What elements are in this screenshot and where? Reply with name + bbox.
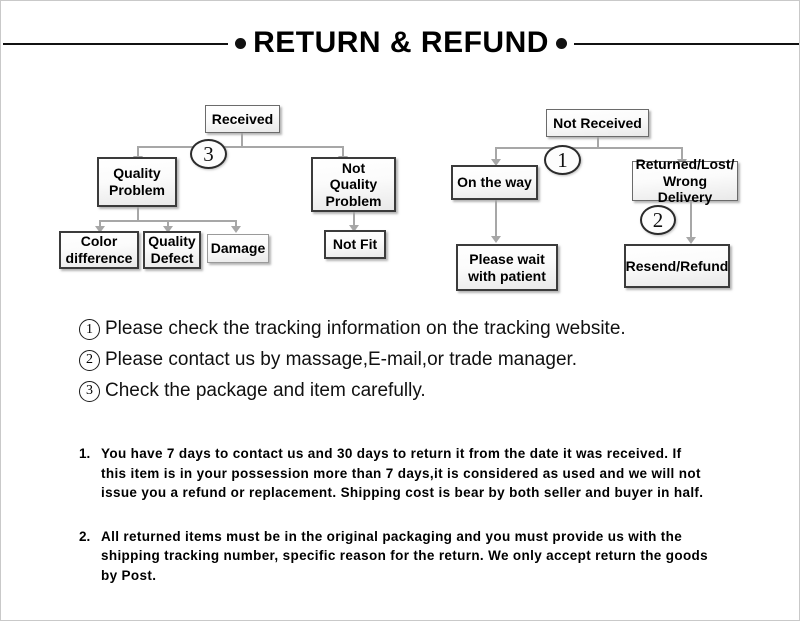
arrow-to-please-wait xyxy=(491,236,501,243)
flow-node-damage-label: Damage xyxy=(210,240,266,257)
flow-node-not-quality-problem-line2: Problem xyxy=(325,192,382,209)
flow-node-not-fit: Not Fit xyxy=(324,230,386,259)
flow-node-quality-problem: Quality Problem xyxy=(97,157,177,207)
step-number-badge: 1 xyxy=(79,319,100,340)
return-flowchart: Received 3 Quality Problem Not Quality P… xyxy=(1,1,799,311)
step-text: Check the package and item carefully. xyxy=(105,379,426,401)
flow-node-color-difference-line1: Color xyxy=(80,233,118,250)
connector-received-stem xyxy=(241,133,243,146)
connector-on-the-way-to-wait xyxy=(495,200,497,238)
policy-paragraphs: 1. You have 7 days to contact us and 30 … xyxy=(79,444,709,609)
flow-node-please-wait: Please wait with patient xyxy=(456,244,558,291)
policy-item: 1. You have 7 days to contact us and 30 … xyxy=(79,444,709,503)
connector-quality-stem xyxy=(137,207,139,220)
flow-node-color-difference: Color difference xyxy=(59,231,139,269)
flow-node-received-label: Received xyxy=(211,110,274,127)
step-text: Please contact us by massage,E-mail,or t… xyxy=(105,348,578,370)
flow-node-damage: Damage xyxy=(207,234,269,263)
flow-node-returned-lost-line2: Wrong Delivery xyxy=(657,172,713,206)
list-item: 3 Check the package and item carefully. xyxy=(79,379,759,403)
flow-node-returned-lost-line1: Returned/Lost/ xyxy=(635,156,735,173)
flow-node-quality-problem-line1: Quality xyxy=(113,165,161,182)
flow-node-please-wait-line2: with patient xyxy=(468,267,546,284)
flow-node-quality-defect-line1: Quality xyxy=(148,233,196,250)
step-text: Please check the tracking information on… xyxy=(105,318,626,339)
policy-number: 1. xyxy=(79,446,91,461)
flow-node-resend-refund-label: Resend/Refund xyxy=(625,257,729,274)
step-number-badge: 2 xyxy=(79,349,100,371)
flow-badge-3-label: 3 xyxy=(203,141,214,166)
policy-item: 2. All returned items must be in the ori… xyxy=(79,527,709,586)
policy-text: You have 7 days to contact us and 30 day… xyxy=(101,446,704,501)
connector-received-bus xyxy=(137,146,343,148)
list-item: 1 Please check the tracking information … xyxy=(79,317,759,341)
flow-node-quality-defect: Quality Defect xyxy=(143,231,201,269)
policy-text: All returned items must be in the origin… xyxy=(101,528,709,583)
list-item: 2 Please contact us by massage,E-mail,or… xyxy=(79,348,759,372)
flow-node-please-wait-line1: Please wait xyxy=(469,250,545,267)
flow-node-returned-lost-wrong-delivery: Returned/Lost/ Wrong Delivery xyxy=(632,156,738,205)
connector-not-received-bus xyxy=(495,147,682,149)
instruction-steps-list: 1 Please check the tracking information … xyxy=(79,317,759,409)
flow-badge-1: 1 xyxy=(544,145,581,175)
flow-node-quality-problem-line2: Problem xyxy=(108,182,165,198)
flow-node-not-received-label: Not Received xyxy=(553,114,642,131)
flow-badge-2: 2 xyxy=(640,205,676,235)
return-refund-page: RETURN & REFUND Received 3 Quality Probl… xyxy=(0,0,800,621)
flow-node-quality-defect-line2: Defect xyxy=(150,250,194,266)
flow-badge-3: 3 xyxy=(190,139,227,169)
flow-badge-2-label: 2 xyxy=(652,207,664,232)
arrow-to-damage xyxy=(231,226,241,233)
policy-number: 2. xyxy=(79,528,91,544)
flow-node-not-quality-problem: Not Quality Problem xyxy=(311,157,396,212)
flow-node-on-the-way-label: On the way xyxy=(457,174,532,191)
flow-node-color-difference-line2: difference xyxy=(65,250,133,266)
flow-node-not-quality-problem-line1: Not Quality xyxy=(329,159,378,193)
connector-not-received-stem xyxy=(597,137,599,147)
flow-node-on-the-way: On the way xyxy=(451,165,538,200)
connector-returned-to-resend xyxy=(690,201,692,239)
flow-node-received: Received xyxy=(205,105,280,133)
flow-node-not-fit-label: Not Fit xyxy=(332,236,378,253)
flow-node-resend-refund: Resend/Refund xyxy=(624,244,730,288)
step-number-badge: 3 xyxy=(79,380,100,402)
arrow-to-resend-refund xyxy=(686,237,696,244)
flow-node-not-received: Not Received xyxy=(546,109,649,137)
flow-badge-1-label: 1 xyxy=(557,147,568,172)
